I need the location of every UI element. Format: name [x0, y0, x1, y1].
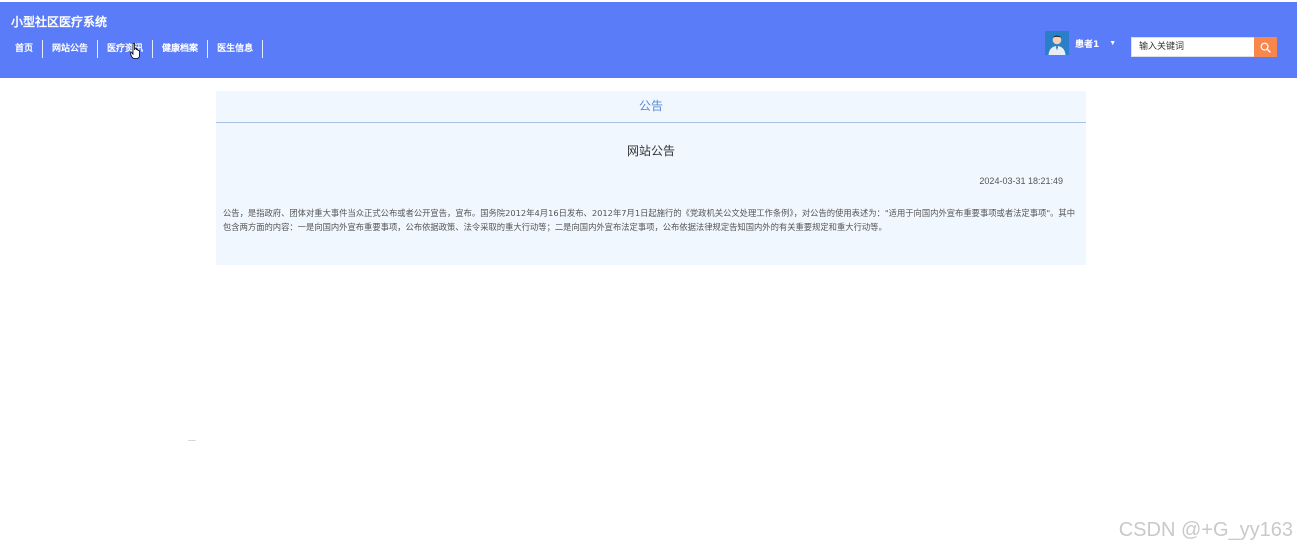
search-bar [1131, 37, 1277, 57]
ellipsis-text: .... [188, 436, 196, 443]
notice-panel: 公告 网站公告 2024-03-31 18:21:49 公告，是指政府、团体对重… [216, 91, 1086, 265]
notice-title: 网站公告 [626, 144, 675, 158]
person-icon [1045, 31, 1069, 55]
nav-doctor-info[interactable]: 医生信息 [208, 40, 264, 58]
nav-health-records[interactable]: 健康档案 [153, 40, 209, 58]
user-avatar [1045, 31, 1069, 55]
notice-body: 公告，是指政府、团体对重大事件当众正式公布或者公开宣告，宣布。国务院2012年4… [223, 208, 1076, 232]
watermark: CSDN @+G_yy163 [1118, 519, 1293, 541]
nav-medical-news[interactable]: 医疗资讯 [98, 40, 154, 58]
top-header: 小型社区医疗系统 首页 网站公告 医疗资讯 健康档案 医生信息 患者1 ▼ [0, 2, 1297, 78]
nav-home[interactable]: 首页 [6, 40, 44, 58]
user-menu[interactable]: 患者1 ▼ [1045, 31, 1116, 55]
chevron-down-icon: ▼ [1109, 39, 1117, 47]
nav-announcements[interactable]: 网站公告 [43, 40, 99, 58]
site-title: 小型社区医疗系统 [11, 15, 108, 29]
panel-heading: 公告 [216, 91, 1086, 123]
search-input[interactable] [1131, 37, 1254, 57]
search-icon [1260, 42, 1271, 53]
notice-date: 2024-03-31 18:21:49 [979, 176, 1063, 186]
hand-cursor-icon [130, 43, 140, 59]
search-button[interactable] [1254, 37, 1277, 57]
user-name: 患者1 [1075, 39, 1100, 50]
